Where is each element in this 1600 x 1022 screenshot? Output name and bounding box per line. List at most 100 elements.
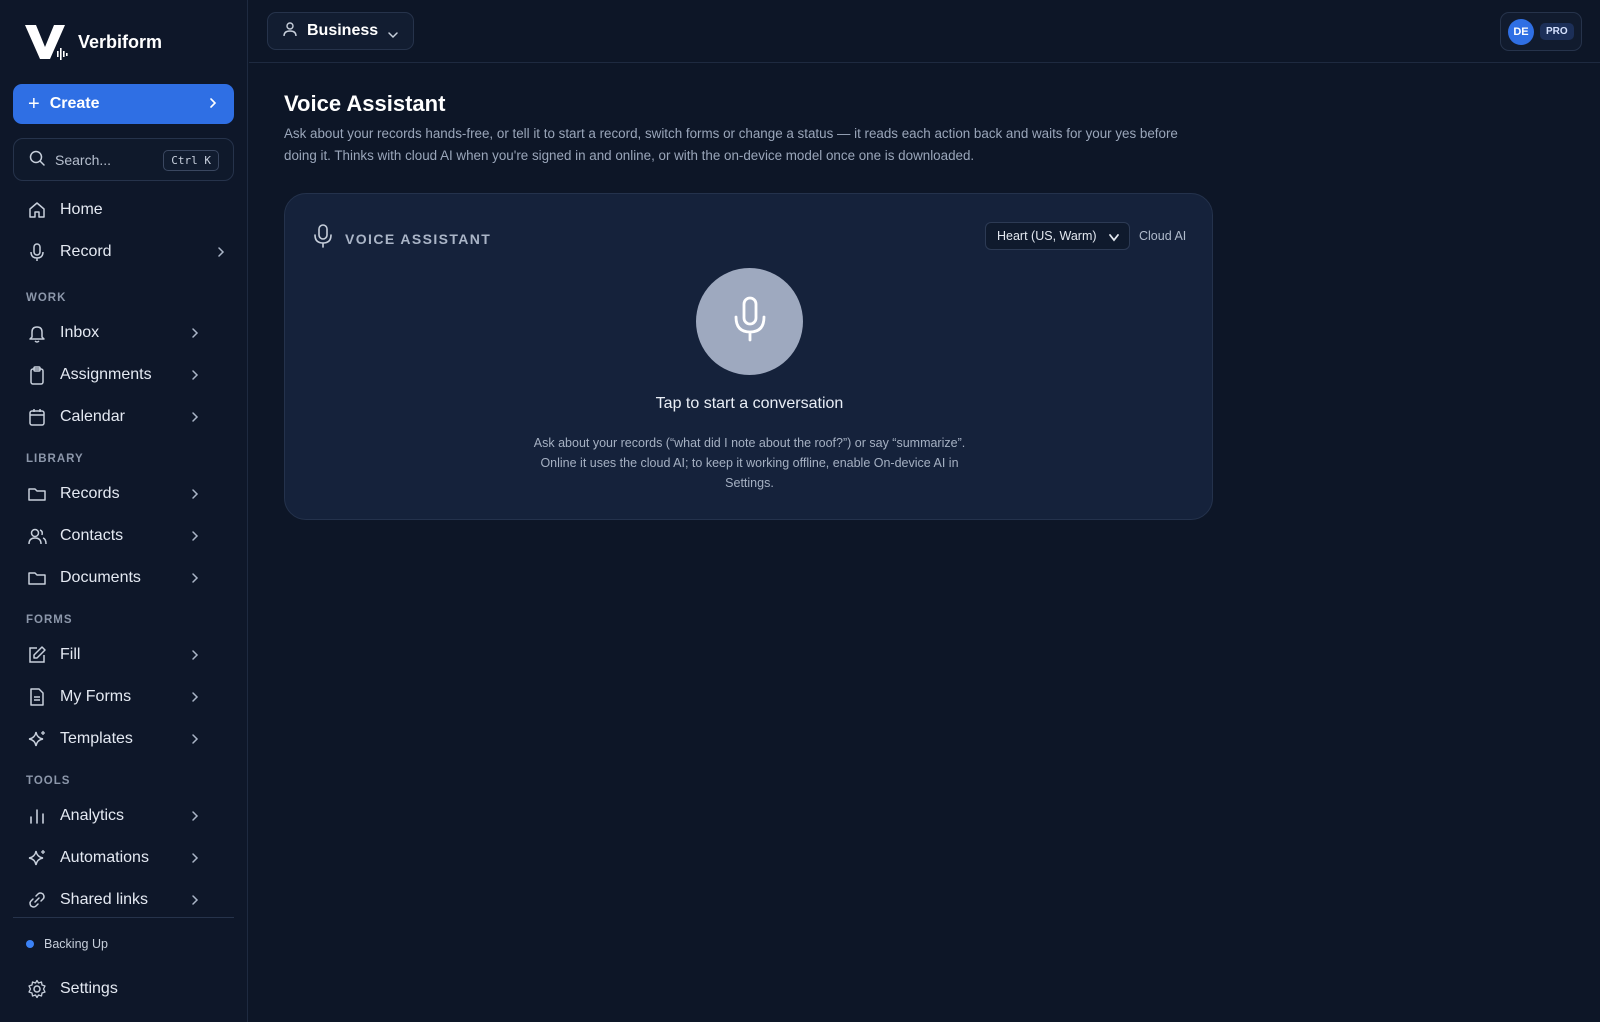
sidebar-item-my-forms[interactable]: My Forms bbox=[26, 682, 226, 712]
sidebar-item-contacts[interactable]: Contacts bbox=[26, 521, 226, 551]
chevron-right-icon bbox=[190, 571, 200, 590]
start-conversation-label: Tap to start a conversation bbox=[655, 395, 844, 412]
voice-select[interactable]: Heart (US, Warm) bbox=[985, 222, 1130, 250]
status-dot bbox=[26, 940, 34, 948]
mic-icon bbox=[313, 224, 333, 253]
chevron-right-icon bbox=[190, 368, 200, 387]
home-icon bbox=[26, 199, 48, 221]
create-button[interactable]: + Create bbox=[13, 84, 234, 124]
sidebar-item-assignments[interactable]: Assignments bbox=[26, 360, 226, 390]
workspace-switcher[interactable]: Business bbox=[267, 12, 414, 50]
microphone-icon bbox=[733, 296, 767, 347]
section-label-forms: FORMS bbox=[26, 614, 73, 626]
folder-icon bbox=[26, 567, 48, 589]
section-label-library: LIBRARY bbox=[26, 453, 84, 465]
sidebar-item-analytics[interactable]: Analytics bbox=[26, 801, 226, 831]
chevron-right-icon bbox=[190, 487, 200, 506]
folder-icon bbox=[26, 483, 48, 505]
chevron-right-icon bbox=[190, 893, 200, 912]
bar-chart-icon bbox=[26, 805, 48, 827]
sidebar-item-home[interactable]: Home bbox=[26, 195, 226, 225]
workspace-name: Business bbox=[307, 22, 379, 39]
sidebar-item-label: My Forms bbox=[60, 688, 132, 705]
file-text-icon bbox=[26, 686, 48, 708]
sidebar-item-templates[interactable]: Templates bbox=[26, 724, 226, 754]
sparkles-icon bbox=[26, 728, 48, 750]
sidebar-item-calendar[interactable]: Calendar bbox=[26, 402, 226, 432]
verbiform-logo-icon bbox=[24, 23, 68, 61]
ai-engine-label: Cloud AI bbox=[1139, 229, 1187, 243]
chevron-right-icon bbox=[190, 809, 200, 828]
card-title: VOICE ASSISTANT bbox=[345, 230, 492, 247]
sidebar-item-label: Fill bbox=[60, 646, 81, 663]
voice-select-value: Heart (US, Warm) bbox=[997, 229, 1097, 243]
sidebar: Verbiform + Create Search... Ctrl K Home… bbox=[0, 0, 248, 1022]
section-label-tools: TOOLS bbox=[26, 775, 71, 787]
search-shortcut: Ctrl K bbox=[163, 150, 219, 171]
sidebar-item-label: Automations bbox=[60, 849, 149, 866]
start-conversation-button[interactable] bbox=[696, 268, 803, 375]
assistant-hint: Ask about your records (“what did I note… bbox=[533, 436, 966, 490]
voice-assistant-card: VOICE ASSISTANT Heart (US, Warm) Cloud A… bbox=[284, 193, 1213, 520]
chevron-right-icon bbox=[216, 245, 226, 264]
sidebar-item-documents[interactable]: Documents bbox=[26, 563, 226, 593]
card-header: VOICE ASSISTANT bbox=[313, 224, 491, 253]
chevron-right-icon bbox=[190, 732, 200, 751]
brand[interactable]: Verbiform bbox=[24, 22, 162, 62]
chevron-right-icon bbox=[190, 529, 200, 548]
sparkles-icon bbox=[26, 847, 48, 869]
plus-icon: + bbox=[28, 93, 40, 115]
chevron-down-icon bbox=[1108, 232, 1120, 246]
chevron-right-icon bbox=[190, 648, 200, 667]
search-icon bbox=[29, 150, 45, 169]
edit-icon bbox=[26, 644, 48, 666]
mic-icon bbox=[26, 241, 48, 263]
section-label-work: WORK bbox=[26, 292, 67, 304]
calendar-icon bbox=[26, 406, 48, 428]
sidebar-item-label: Settings bbox=[60, 980, 118, 997]
sidebar-item-label: Analytics bbox=[60, 807, 125, 824]
sidebar-item-label: Records bbox=[60, 485, 120, 502]
plan-badge: PRO bbox=[1540, 23, 1574, 40]
clipboard-icon bbox=[26, 364, 48, 386]
sidebar-item-label: Templates bbox=[60, 730, 133, 747]
sidebar-item-label: Shared links bbox=[60, 891, 149, 908]
page-title: Voice Assistant bbox=[284, 91, 446, 116]
chevron-right-icon bbox=[190, 410, 200, 429]
sidebar-item-label: Calendar bbox=[60, 408, 125, 425]
sidebar-item-label: Inbox bbox=[60, 324, 100, 341]
topbar: Business DE PRO bbox=[249, 0, 1600, 63]
avatar: DE bbox=[1508, 18, 1534, 45]
sidebar-item-label: Documents bbox=[60, 569, 141, 586]
sidebar-item-record[interactable]: Record bbox=[26, 237, 226, 267]
sync-status: Backing Up bbox=[26, 937, 108, 951]
page-description: Ask about your records hands-free, or te… bbox=[284, 126, 1178, 163]
brand-name: Verbiform bbox=[78, 31, 163, 52]
sidebar-item-records[interactable]: Records bbox=[26, 479, 226, 509]
sidebar-item-label: Assignments bbox=[60, 366, 152, 383]
sidebar-item-label: Contacts bbox=[60, 527, 124, 544]
sidebar-divider bbox=[13, 917, 234, 918]
create-label: Create bbox=[49, 95, 100, 112]
chevron-right-icon bbox=[190, 851, 200, 870]
search-input[interactable]: Search... Ctrl K bbox=[13, 138, 234, 181]
users-icon bbox=[26, 525, 48, 547]
chevron-right-icon bbox=[190, 690, 200, 709]
chevron-right-icon bbox=[190, 326, 200, 345]
sidebar-item-automations[interactable]: Automations bbox=[26, 843, 226, 873]
sync-status-text: Backing Up bbox=[44, 937, 108, 951]
sidebar-item-inbox[interactable]: Inbox bbox=[26, 318, 226, 348]
bell-icon bbox=[26, 322, 48, 344]
chevron-down-icon bbox=[387, 27, 399, 45]
sidebar-item-label: Home bbox=[60, 201, 103, 218]
account-menu[interactable]: DE PRO bbox=[1500, 12, 1582, 51]
sidebar-item-label: Record bbox=[60, 243, 112, 260]
search-placeholder: Search... bbox=[55, 151, 112, 168]
sidebar-item-settings[interactable]: Settings bbox=[26, 974, 226, 1004]
sidebar-item-fill[interactable]: Fill bbox=[26, 640, 226, 670]
link-icon bbox=[26, 889, 48, 911]
gear-icon bbox=[26, 978, 48, 1000]
sidebar-item-shared-links[interactable]: Shared links bbox=[26, 885, 226, 915]
chevron-right-icon bbox=[208, 95, 218, 116]
user-icon bbox=[282, 21, 298, 42]
